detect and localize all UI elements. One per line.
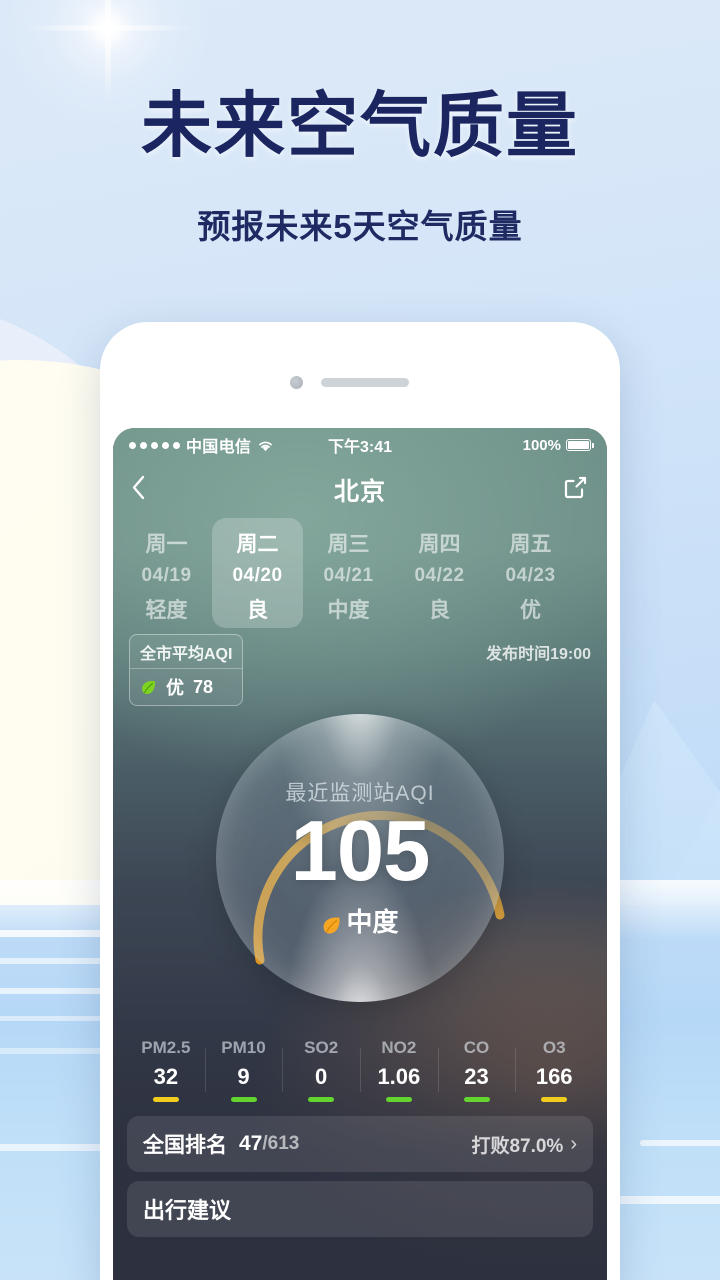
pollutant-pm10: PM10 9 (204, 1038, 283, 1102)
day-tab-weekday: 周一 (145, 533, 188, 556)
pollutant-level-bar (230, 1097, 257, 1102)
day-tab-weekday: 周四 (418, 533, 461, 556)
nav-bar: 北京 (113, 462, 607, 518)
day-tab-weekday: 周二 (236, 533, 279, 556)
day-tab-4[interactable]: 周五 04/23 优 (485, 518, 576, 628)
publish-time-label: 发布时间19:00 (486, 646, 591, 663)
day-tab-quality: 中度 (327, 599, 370, 622)
earpiece-speaker (321, 378, 409, 387)
rank-total: /613 (262, 1133, 300, 1154)
pollutant-name: O3 (542, 1038, 566, 1057)
day-tab-2[interactable]: 周三 04/21 中度 (303, 518, 394, 628)
day-tab-date: 04/21 (323, 565, 374, 586)
day-tab-date: 04/22 (414, 565, 465, 586)
status-bar-time: 下午3:41 (327, 439, 393, 456)
page-title: 北京 (333, 478, 386, 506)
rank-value: 47 (239, 1132, 263, 1155)
day-tab-quality: 良 (247, 599, 268, 622)
pollutant-value: 9 (237, 1064, 250, 1089)
pollutant-o3: O3 166 (515, 1038, 593, 1102)
pollutant-name: PM2.5 (141, 1038, 191, 1057)
sun-ray-vertical (105, 0, 111, 103)
pollutant-level-bar (541, 1097, 568, 1102)
main-gauge: 最近监测站AQI 105 中度 (113, 692, 607, 1024)
day-tab-1[interactable]: 周二 04/20 良 (212, 518, 303, 628)
day-tab-date: 04/20 (232, 565, 283, 586)
pollutant-name: NO2 (381, 1038, 417, 1057)
day-tab-0[interactable]: 周一 04/19 轻度 (121, 518, 212, 628)
app-screen: 中国电信 下午3:41 100% 北京 周一 04/19 轻度 周二 04/20 良 周三 0… (113, 428, 607, 1280)
pollutant-value: 23 (464, 1064, 489, 1089)
pollutant-row: PM2.5 32 PM10 9 SO2 0 NO2 1.06 CO 23 O3 166 (113, 1024, 607, 1116)
pollutant-level-bar (463, 1097, 490, 1102)
rank-beat-label: 打败87.0% (471, 1135, 564, 1157)
pollutant-level-bar (385, 1097, 412, 1102)
front-camera-icon (290, 376, 303, 389)
day-tab-weekday: 周三 (327, 533, 370, 556)
pollutant-so2: SO2 0 (282, 1038, 360, 1102)
day-tab-date: 04/19 (141, 565, 192, 586)
city-average-row: 全市平均AQI 优 78 发布时间19:00 (113, 628, 607, 706)
status-bar: 中国电信 下午3:41 100% (113, 428, 607, 462)
day-tab-date: 04/23 (505, 565, 556, 586)
city-average-label: 全市平均AQI (130, 635, 243, 669)
rank-label: 全国排名 (143, 1134, 227, 1157)
day-tab-quality: 轻度 (145, 599, 188, 622)
forecast-day-tabs[interactable]: 周一 04/19 轻度 周二 04/20 良 周三 04/21 中度 周四 04/22 良 周五 04/2… (113, 518, 607, 628)
promo-subline: 预报未来5天空气质量 (197, 208, 523, 245)
pollutant-pm2-5: PM2.5 32 (127, 1038, 205, 1102)
gauge-level: 中度 (321, 902, 399, 939)
promo-headline: 未来空气质量 (140, 87, 579, 166)
travel-advice-title: 出行建议 (143, 1198, 232, 1223)
pollutant-value: 32 (153, 1064, 179, 1089)
day-tab-quality: 良 (429, 599, 450, 622)
share-external-icon[interactable] (562, 474, 589, 506)
pollutant-level-bar (152, 1097, 179, 1102)
day-tab-3[interactable]: 周四 04/22 良 (394, 518, 485, 628)
pollutant-no2: NO2 1.06 (360, 1038, 438, 1102)
gauge-level-label: 中度 (346, 907, 399, 937)
national-rank-card[interactable]: 全国排名 47 /613 打败87.0% › (127, 1116, 593, 1172)
day-tab-weekday: 周五 (509, 533, 552, 556)
aqi-sphere: 最近监测站AQI 105 中度 (216, 714, 504, 1002)
sun-ray-horizontal (23, 25, 193, 31)
gauge-label: 最近监测站AQI (285, 782, 435, 805)
pollutant-level-bar (308, 1097, 335, 1102)
pollutant-name: SO2 (304, 1038, 339, 1057)
pollutant-name: CO (463, 1038, 490, 1057)
pollutant-value: 1.06 (377, 1064, 421, 1089)
day-tab-5[interactable]: 周0 (576, 518, 607, 628)
pollutant-name: PM10 (221, 1038, 266, 1057)
leaf-icon (321, 912, 341, 934)
chevron-right-icon: › (570, 1132, 577, 1155)
gauge-value: 105 (290, 804, 431, 899)
pollutant-value: 0 (315, 1064, 328, 1089)
battery-icon (566, 439, 594, 451)
pollutant-value: 166 (535, 1064, 573, 1089)
pollutant-co: CO 23 (437, 1038, 516, 1102)
travel-advice-card[interactable]: 出行建议 (127, 1181, 593, 1237)
day-tab-quality: 优 (520, 599, 541, 622)
